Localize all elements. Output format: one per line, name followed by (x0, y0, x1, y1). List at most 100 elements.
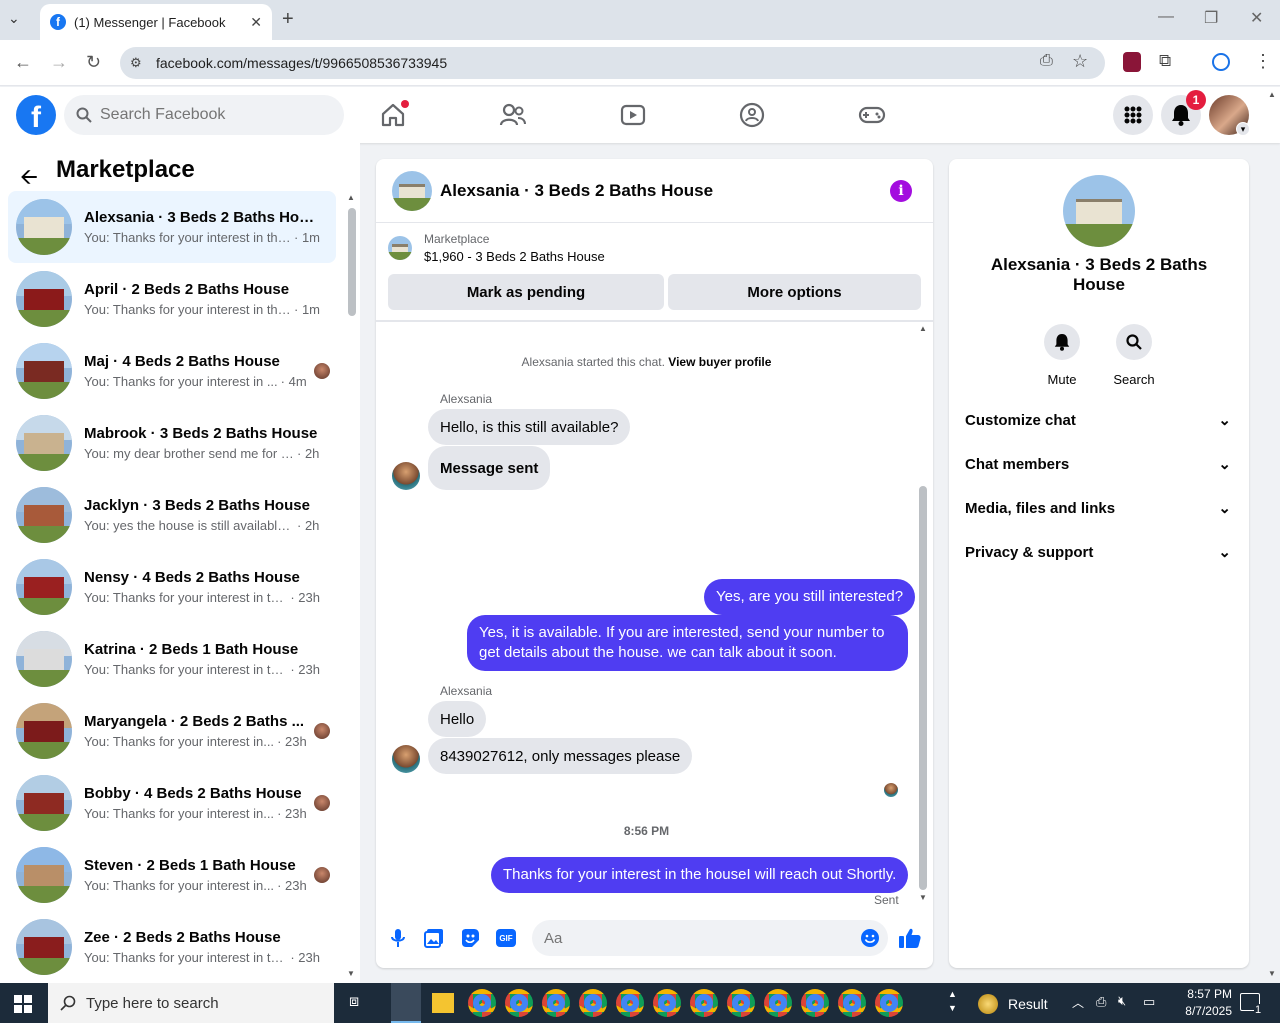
conversation-item[interactable]: Jacklyn · 3 Beds 2 Baths House You: yes t… (8, 479, 336, 551)
conversation-item[interactable]: Alexsania · 3 Beds 2 Baths House You: Tha… (8, 191, 336, 263)
message-composer[interactable] (532, 920, 888, 956)
bookmark-star-icon[interactable]: ☆ (1072, 51, 1088, 72)
scroll-down-icon[interactable]: ▼ (919, 893, 927, 902)
conversation-item[interactable]: Zee · 2 Beds 2 Baths House You: Thanks fo… (8, 911, 336, 983)
incoming-message[interactable]: Hello (428, 701, 487, 737)
incoming-message[interactable]: Message sent (428, 446, 551, 490)
view-buyer-profile-link[interactable]: View buyer profile (668, 355, 771, 369)
conversation-item[interactable]: Maj · 4 Beds 2 Baths House You: Thanks fo… (8, 335, 336, 407)
reload-icon[interactable]: ↻ (86, 52, 101, 73)
address-bar[interactable]: ⚙ facebook.com/messages/t/99665085367339… (120, 47, 1105, 79)
chat-members-row[interactable]: Chat members ⌄ (957, 442, 1241, 486)
chrome-profile-icon[interactable] (505, 989, 533, 1017)
profile-icon[interactable] (1212, 53, 1230, 71)
conversation-item[interactable]: Nensy · 4 Beds 2 Baths House You: Thanks … (8, 551, 336, 623)
chrome-profile-icon[interactable] (542, 989, 570, 1017)
taskbar-app-active[interactable] (391, 983, 421, 1023)
ublock-extension-icon[interactable] (1123, 52, 1141, 72)
mute-button[interactable]: Mute (1032, 324, 1092, 387)
media-files-links-row[interactable]: Media, files and links ⌄ (957, 486, 1241, 530)
chrome-profile-icon[interactable] (764, 989, 792, 1017)
chrome-profile-icon[interactable] (727, 989, 755, 1017)
outgoing-message[interactable]: Yes, it is available. If you are interes… (467, 615, 908, 671)
page-scroll-down-icon[interactable]: ▼ (1268, 969, 1276, 978)
install-app-icon[interactable]: ⎙ (1040, 52, 1053, 70)
back-arrow-icon[interactable]: ← (14, 52, 32, 73)
new-tab-plus-icon[interactable]: + (282, 8, 294, 31)
video-icon[interactable] (618, 100, 648, 130)
menu-grid-icon[interactable] (1113, 95, 1153, 135)
listing-summary[interactable]: Marketplace $1,960 - 3 Beds 2 Baths Hous… (388, 232, 605, 264)
network-icon[interactable]: ▭ (1143, 994, 1155, 1010)
taskbar-clock[interactable]: 8:57 PM 8/7/2025 (1164, 986, 1232, 1020)
chrome-profile-icon[interactable] (838, 989, 866, 1017)
chrome-profile-icon[interactable] (468, 989, 496, 1017)
tray-chevron-up-icon[interactable]: ︿ (1072, 994, 1084, 1011)
info-icon[interactable]: i (890, 180, 912, 202)
chrome-profile-icon[interactable] (579, 989, 607, 1017)
sender-avatar[interactable] (392, 745, 420, 773)
customize-chat-row[interactable]: Customize chat ⌄ (957, 398, 1241, 442)
windows-start-icon[interactable] (14, 995, 32, 1013)
gaming-icon[interactable] (857, 100, 887, 130)
extensions-puzzle-icon[interactable]: ⧉ (1159, 51, 1171, 71)
microphone-icon[interactable] (386, 926, 410, 950)
close-window-icon[interactable]: ✕ (1250, 8, 1263, 28)
message-input[interactable] (544, 929, 860, 947)
tray-device-icon[interactable]: ⎙ (1096, 994, 1106, 1010)
incoming-message[interactable]: Hello, is this still available? (428, 409, 631, 445)
conversation-item[interactable]: Bobby · 4 Beds 2 Baths House You: Thanks … (8, 767, 336, 839)
taskbar-scroll-arrows[interactable]: ▲ ▼ (948, 987, 957, 1015)
search-conversation-button[interactable]: Search (1104, 324, 1164, 387)
page-scroll-up-icon[interactable]: ▲ (1268, 90, 1276, 99)
chrome-profile-icon[interactable] (801, 989, 829, 1017)
chat-list-scrollbar[interactable] (348, 190, 356, 980)
friends-icon[interactable] (498, 100, 528, 130)
mark-as-pending-button[interactable]: Mark as pending (388, 274, 664, 310)
conversation-scrollbar[interactable] (917, 322, 929, 906)
outgoing-message[interactable]: Thanks for your interest in the houseI w… (491, 857, 909, 893)
scroll-up-icon[interactable]: ▲ (347, 193, 355, 202)
photo-icon[interactable] (422, 926, 446, 950)
chrome-profile-icon[interactable] (616, 989, 644, 1017)
tab-list-chevron-icon[interactable]: ⌄ (8, 10, 20, 27)
sticky-notes-icon[interactable] (432, 993, 454, 1013)
facebook-logo[interactable]: f (16, 95, 56, 135)
facebook-search-input[interactable] (100, 106, 320, 124)
incoming-message[interactable]: 8439027612, only messages please (428, 738, 693, 774)
restore-icon[interactable]: ❐ (1204, 8, 1218, 28)
conversation-item[interactable]: Maryangela · 2 Beds 2 Baths ... You: Than… (8, 695, 336, 767)
conversation-header[interactable]: Alexsania · 3 Beds 2 Baths House (376, 159, 933, 223)
sender-avatar[interactable] (392, 462, 420, 490)
listing-photo[interactable] (1063, 175, 1135, 247)
chrome-profile-icon[interactable] (690, 989, 718, 1017)
task-view-icon[interactable]: ⧈ (349, 993, 359, 1011)
privacy-support-row[interactable]: Privacy & support ⌄ (957, 530, 1241, 574)
facebook-search[interactable] (64, 95, 344, 135)
account-chevron-icon[interactable]: ▾ (1236, 122, 1250, 136)
conversation-item[interactable]: Mabrook · 3 Beds 2 Baths House You: my de… (8, 407, 336, 479)
emoji-icon[interactable] (860, 928, 880, 948)
scroll-down-icon[interactable]: ▼ (347, 969, 355, 978)
sticker-icon[interactable] (458, 926, 482, 950)
conversation-item[interactable]: April · 2 Beds 2 Baths House You: Thanks … (8, 263, 336, 335)
forward-arrow-icon[interactable]: → (50, 52, 68, 73)
taskbar-search[interactable]: Type here to search (48, 983, 334, 1023)
volume-muted-icon[interactable]: 🔇︎ (1118, 993, 1126, 1009)
thumbs-up-icon[interactable] (898, 926, 922, 950)
weather-widget[interactable]: Result (978, 994, 1048, 1014)
browser-tab[interactable]: f (1) Messenger | Facebook ✕ (40, 4, 272, 40)
chrome-profile-icon[interactable] (653, 989, 681, 1017)
browser-menu-icon[interactable]: ⋮ (1254, 51, 1272, 72)
chrome-profile-icon[interactable] (875, 989, 903, 1017)
conversation-item[interactable]: Steven · 2 Beds 1 Bath House You: Thanks … (8, 839, 336, 911)
close-tab-icon[interactable]: ✕ (250, 14, 262, 31)
conversation-item[interactable]: Katrina · 2 Beds 1 Bath House You: Thanks… (8, 623, 336, 695)
scroll-up-icon[interactable]: ▲ (919, 324, 927, 333)
groups-icon[interactable] (737, 100, 767, 130)
minimize-icon[interactable]: — (1158, 8, 1174, 26)
outgoing-message[interactable]: Yes, are you still interested? (704, 579, 916, 615)
gif-icon[interactable]: GIF (494, 926, 518, 950)
site-info-icon[interactable]: ⚙ (130, 55, 142, 71)
more-options-button[interactable]: More options (668, 274, 921, 310)
